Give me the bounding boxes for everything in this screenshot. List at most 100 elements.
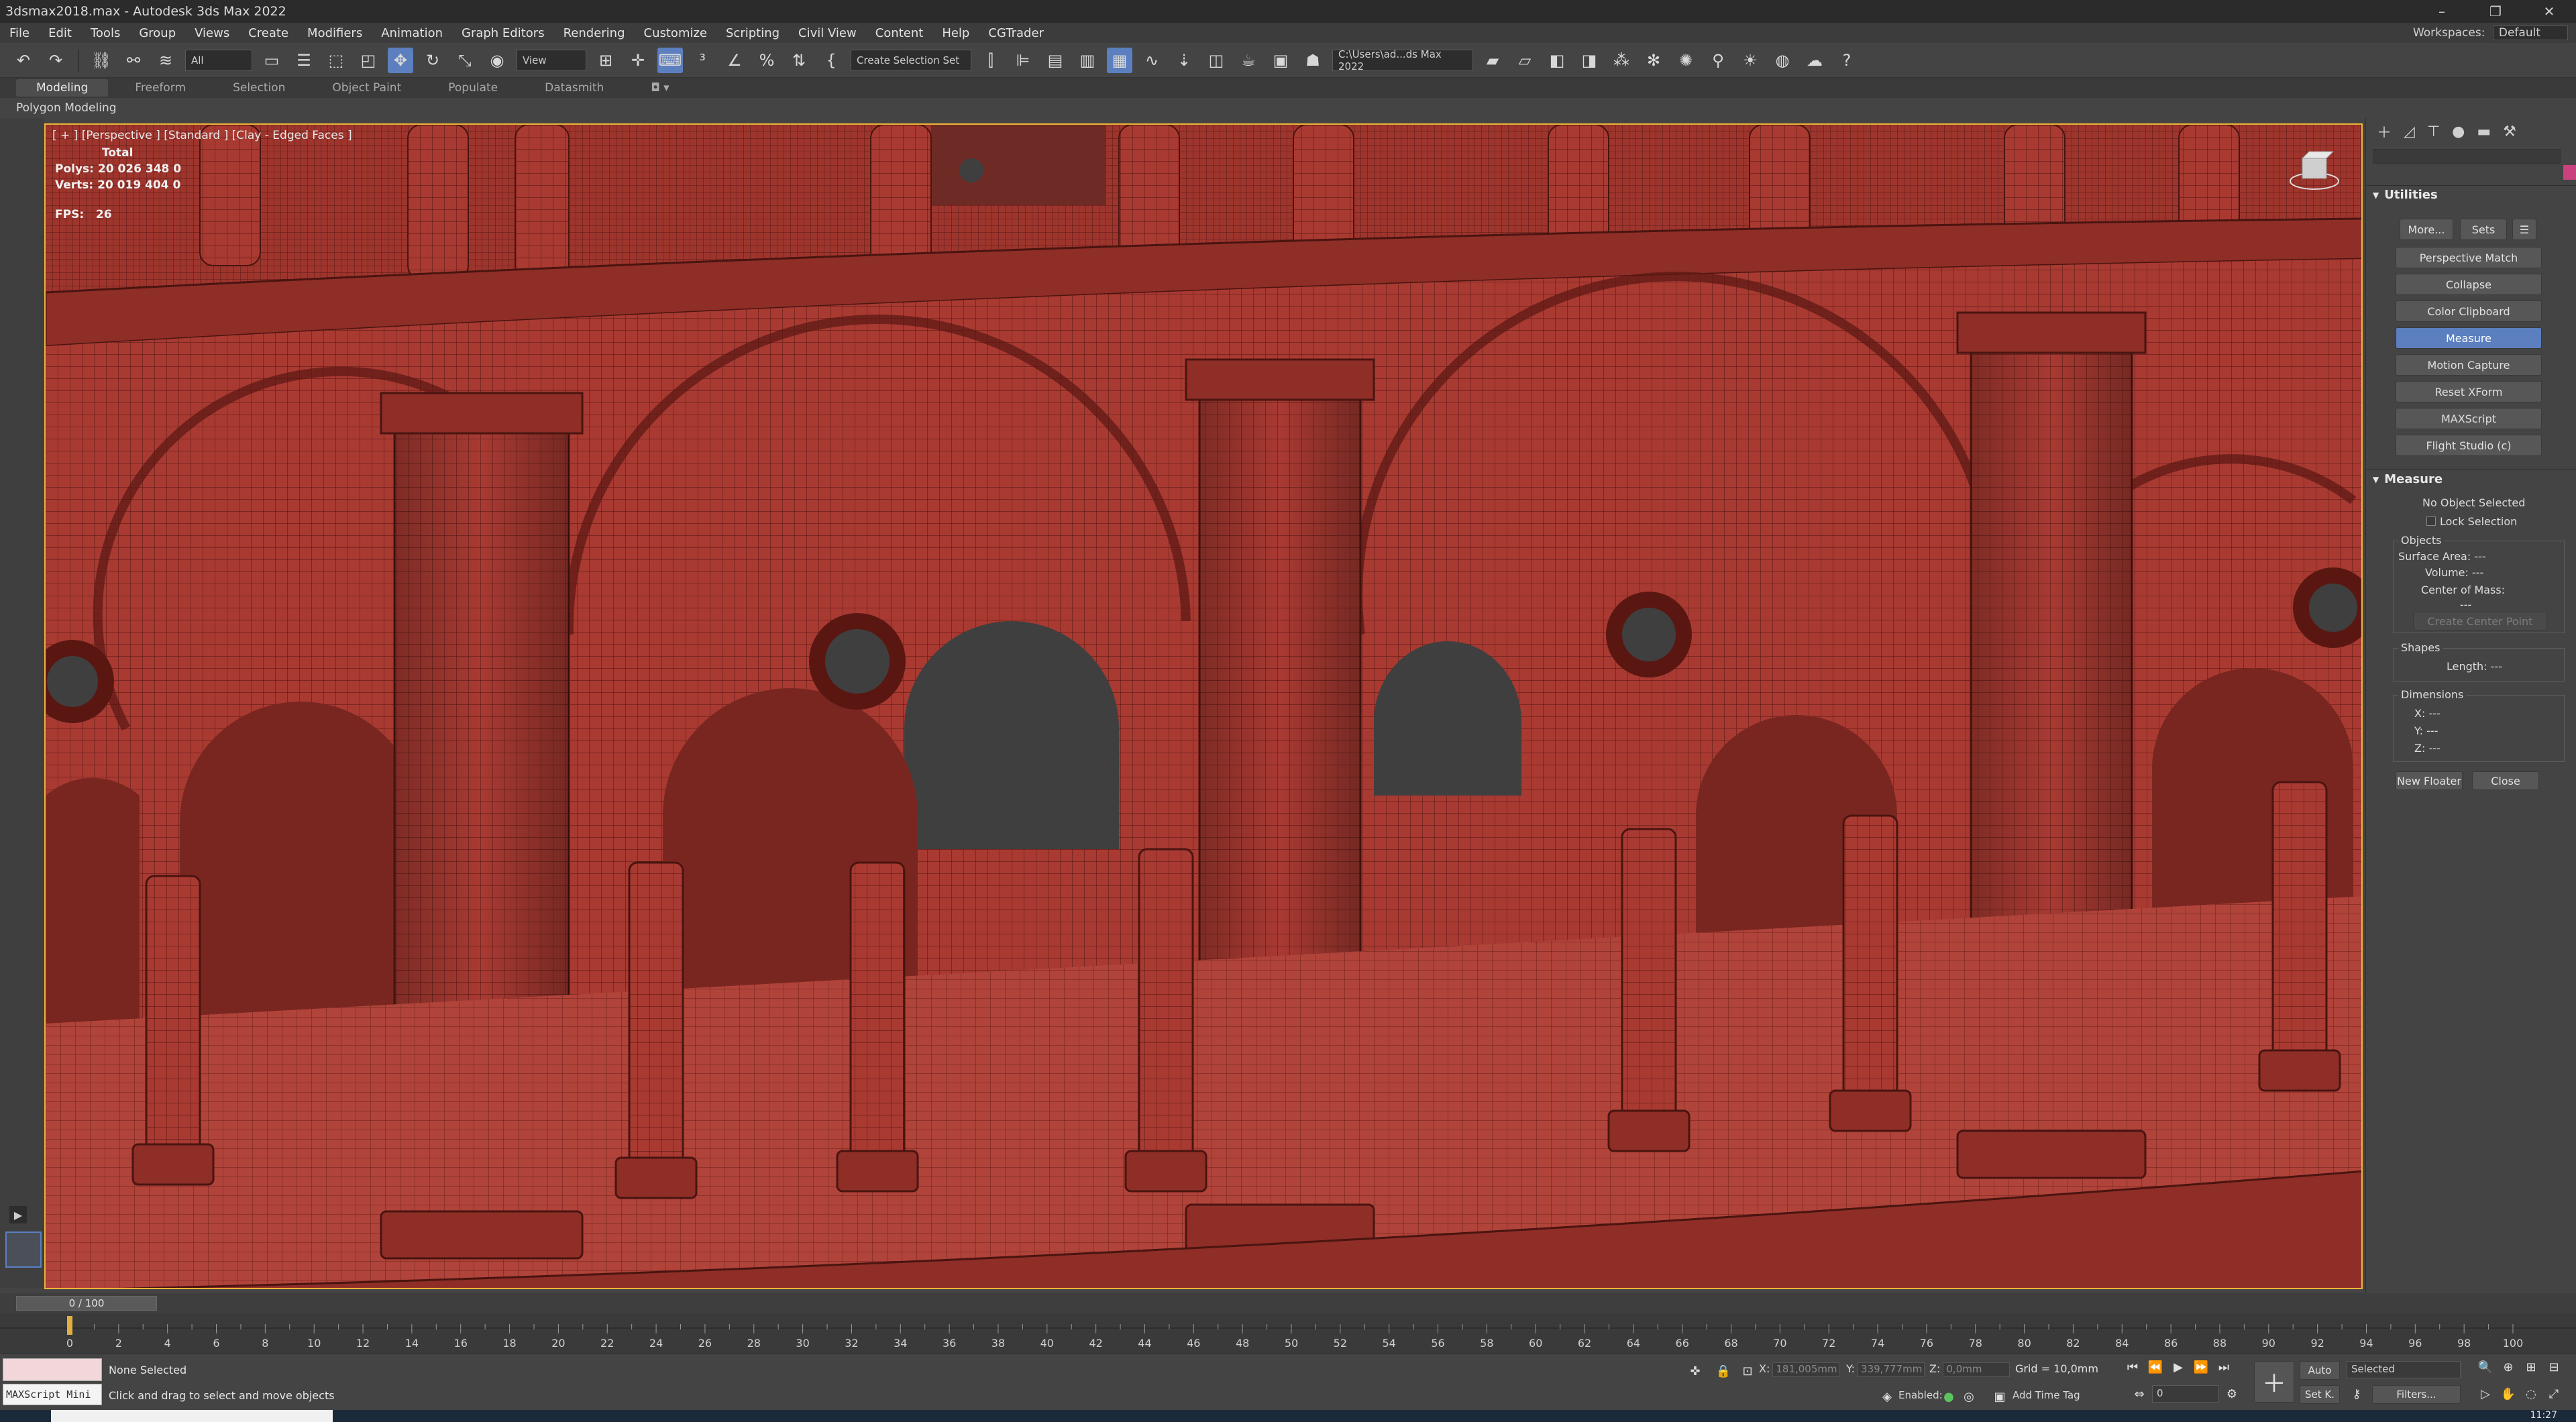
link-icon[interactable]: ⛓	[89, 48, 114, 73]
mirror-icon[interactable]: ⫿	[978, 48, 1004, 73]
configure-sets-icon[interactable]: ☰	[2512, 219, 2536, 240]
menu-create[interactable]: Create	[239, 26, 298, 40]
spinner-snap-icon[interactable]: ⇅	[786, 48, 812, 73]
go-to-end-icon[interactable]: ⏭	[2214, 1358, 2234, 1376]
viewcube-icon[interactable]	[2288, 142, 2341, 196]
reset-xform-button[interactable]: Reset XForm	[2396, 381, 2542, 402]
time-tag-icon[interactable]: ▣	[1990, 1388, 2010, 1405]
menu-content[interactable]: Content	[866, 26, 933, 40]
menu-civil-view[interactable]: Civil View	[789, 26, 866, 40]
particle-view-icon[interactable]: ⁂	[1609, 48, 1634, 73]
menu-tools[interactable]: Tools	[81, 26, 129, 40]
plugin-b-icon[interactable]: ✺	[1673, 48, 1699, 73]
curve-editor-icon[interactable]: ∿	[1139, 48, 1165, 73]
edit-named-selection-icon[interactable]: {	[818, 48, 844, 73]
camera-icon[interactable]: ◍	[1770, 48, 1795, 73]
ribbon-toggle-icon[interactable]: ▦	[1107, 47, 1132, 73]
measure-rollout-header[interactable]: ▼ Measure	[2366, 470, 2576, 488]
menu-animation[interactable]: Animation	[372, 26, 452, 40]
create-icon[interactable]: ＋	[2377, 121, 2392, 142]
motion-capture-button[interactable]: Motion Capture	[2396, 354, 2542, 376]
create-center-point-button[interactable]: Create Center Point	[2413, 612, 2547, 631]
select-by-name-icon[interactable]: ☰	[291, 48, 317, 73]
x-coordinate-field[interactable]: 181,005mm	[1772, 1362, 1840, 1377]
perspective-match-button[interactable]: Perspective Match	[2396, 247, 2542, 268]
menu-modifiers[interactable]: Modifiers	[298, 26, 372, 40]
menu-graph-editors[interactable]: Graph Editors	[452, 26, 554, 40]
display-icon[interactable]: ▬	[2477, 123, 2491, 140]
render-setup-icon[interactable]: ☕	[1236, 48, 1261, 73]
tab-selection[interactable]: Selection	[213, 79, 305, 97]
polygon-modeling-label[interactable]: Polygon Modeling	[16, 101, 117, 115]
open-folder-icon[interactable]: ▱	[1512, 48, 1538, 73]
angle-snap-icon[interactable]: ∠	[722, 48, 747, 73]
bind-spacewarp-icon[interactable]: ≋	[153, 48, 178, 73]
zoom-extents-icon[interactable]: ⊞	[2521, 1358, 2541, 1376]
set-key-button[interactable]: Set K.	[2300, 1385, 2340, 1404]
y-coordinate-field[interactable]: 339,777mm	[1858, 1362, 1925, 1377]
key-mode-toggle-icon[interactable]: ⇔	[2129, 1385, 2149, 1403]
current-frame-field[interactable]: 0	[2152, 1385, 2219, 1403]
project-folder-icon[interactable]: ▰	[1480, 48, 1505, 73]
set-key-mode-icon[interactable]: ⚷	[2347, 1385, 2367, 1403]
zoom-icon[interactable]: 🔍	[2475, 1358, 2496, 1376]
align-icon[interactable]: ⊫	[1010, 48, 1036, 73]
zoom-extents-all-icon[interactable]: ⊟	[2544, 1358, 2564, 1376]
maxscript-mini-input[interactable]: MAXScript Mini	[3, 1384, 102, 1405]
teapot-icon[interactable]: ☁	[1802, 48, 1827, 73]
motion-icon[interactable]: ●	[2452, 123, 2465, 140]
color-clipboard-button[interactable]: Color Clipboard	[2396, 300, 2542, 322]
go-to-start-icon[interactable]: ⏮	[2123, 1358, 2143, 1376]
pan-view-icon[interactable]: ✋	[2498, 1385, 2518, 1403]
redo-icon[interactable]: ↷	[43, 48, 68, 73]
undo-icon[interactable]: ↶	[11, 48, 36, 73]
collapse-button[interactable]: Collapse	[2396, 274, 2542, 295]
tab-populate[interactable]: Populate	[428, 79, 518, 97]
window-crossing-icon[interactable]: ◰	[356, 48, 381, 73]
menu-help[interactable]: Help	[932, 26, 979, 40]
field-of-view-icon[interactable]: ▷	[2475, 1385, 2496, 1403]
save-folder-icon[interactable]: ◧	[1544, 48, 1570, 73]
track-bar[interactable]: 0 2 4 6 8 10 12 14 16 18 20 22 24 26 28 30 32 34 36 38 40 42 4…	[0, 1313, 2576, 1354]
reference-coordinate-dropdown[interactable]: View	[517, 49, 586, 71]
menu-file[interactable]: File	[0, 26, 39, 40]
render-production-icon[interactable]: ☗	[1300, 48, 1326, 73]
taskbar-search-box[interactable]	[51, 1410, 333, 1422]
key-filters-button[interactable]: Filters...	[2372, 1385, 2461, 1404]
zoom-all-icon[interactable]: ⊕	[2498, 1358, 2518, 1376]
export-icon[interactable]: ◨	[1576, 48, 1602, 73]
enabled-status-icon[interactable]: ●	[1939, 1388, 1959, 1405]
lock-selection-icon[interactable]: 🔒	[1713, 1362, 1733, 1380]
utilities-rollout-header[interactable]: ▼ Utilities	[2366, 185, 2576, 204]
sets-button[interactable]: Sets	[2460, 219, 2507, 240]
play-icon[interactable]: ▶	[2168, 1358, 2188, 1376]
set-key-big-icon[interactable]: ＋	[2254, 1361, 2294, 1403]
menu-scripting[interactable]: Scripting	[716, 26, 789, 40]
perspective-viewport[interactable]: [ + ] [Perspective ] [Standard ] [Clay -…	[44, 123, 2363, 1289]
lock-selection-checkbox[interactable]	[2426, 516, 2436, 526]
next-frame-icon[interactable]: ⏩	[2191, 1358, 2211, 1376]
flight-studio-button[interactable]: Flight Studio (c)	[2396, 435, 2542, 456]
select-scale-icon[interactable]: ⤡	[452, 48, 478, 73]
keyboard-shortcut-toggle-icon[interactable]: ⌨	[657, 47, 683, 73]
plugin-a-icon[interactable]: ✻	[1641, 48, 1666, 73]
command-panel-field[interactable]	[2373, 149, 2561, 164]
workspace-selector[interactable]: Workspaces: Default	[2413, 25, 2568, 40]
menu-customize[interactable]: Customize	[635, 26, 716, 40]
select-rotate-icon[interactable]: ↻	[420, 48, 445, 73]
sun-icon[interactable]: ☀	[1737, 48, 1763, 73]
viewport-layout-tile[interactable]	[5, 1232, 42, 1268]
percent-snap-icon[interactable]: %	[754, 48, 780, 73]
close-window-button[interactable]: ✕	[2522, 0, 2576, 23]
orbit-icon[interactable]: ◌	[2521, 1385, 2541, 1403]
time-slider[interactable]: 0 / 100	[0, 1293, 2576, 1313]
rendered-frame-window-icon[interactable]: ▣	[1268, 48, 1293, 73]
absolute-mode-icon[interactable]: ⊡	[1737, 1362, 1758, 1380]
previous-frame-icon[interactable]: ⏪	[2145, 1358, 2165, 1376]
select-manipulate-icon[interactable]: ✛	[625, 48, 651, 73]
adaptive-degradation-icon[interactable]: ◈	[1877, 1388, 1897, 1405]
select-place-icon[interactable]: ◉	[484, 48, 510, 73]
schematic-view-icon[interactable]: ⇣	[1171, 48, 1197, 73]
rectangular-selection-icon[interactable]: ⬚	[323, 48, 349, 73]
selection-filter-dropdown[interactable]: All	[185, 49, 252, 71]
